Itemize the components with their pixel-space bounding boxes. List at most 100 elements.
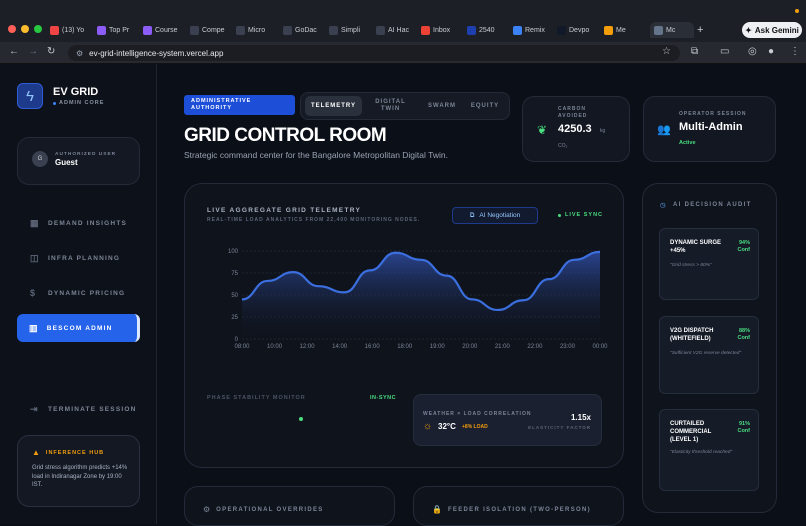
overrides-title: OPERATIONAL OVERRIDES [216, 506, 324, 513]
browser-tab[interactable]: Remix [513, 22, 557, 38]
history-icon: ◷ [660, 202, 666, 209]
isolation-card: 🔒 FEEDER ISOLATION (TWO-PERSON) [413, 486, 624, 526]
browser-tab[interactable]: Devpo [557, 22, 601, 38]
status-dot [53, 101, 56, 105]
operator-label: OPERATOR SESSION [679, 111, 747, 117]
doc-icon [604, 25, 613, 35]
new-tab-button[interactable]: + [697, 22, 703, 38]
grid-icon: ▦ [30, 217, 40, 228]
h-icon [329, 25, 338, 35]
browser-tab[interactable]: Micro [236, 22, 280, 38]
operator-value: Multi-Admin [679, 121, 743, 133]
extensions-icon[interactable]: ⧉ [691, 46, 698, 57]
youtube-icon [50, 25, 59, 35]
browser-tab-label: Top Pr [109, 26, 130, 34]
browser-tab-label: Remix [525, 26, 545, 34]
browser-tab[interactable]: Inbox [421, 22, 465, 38]
forward-icon[interactable]: → [28, 46, 38, 57]
sidebar-item-dynamic-pricing[interactable]: $ DYNAMIC PRICING [30, 286, 125, 300]
hub-text: Grid stress algorithm predicts +14% load… [32, 465, 128, 488]
y-tick-label: 50 [231, 293, 238, 299]
external-link-icon: ⧉ [469, 211, 475, 219]
reload-icon[interactable]: ↻ [47, 46, 55, 57]
tab-swarm[interactable]: SWARM [420, 96, 464, 116]
browser-tab-label: (13) Yo [62, 26, 85, 34]
back-icon[interactable]: ← [9, 46, 19, 57]
browser-tab-label: Devpo [569, 26, 590, 34]
audit-item-quote: "Grid stress > 80%" [670, 263, 712, 268]
terminate-session-button[interactable]: ⇥ TERMINATE SESSION [30, 402, 137, 416]
x-tick-label: 16:00 [365, 344, 381, 350]
audit-item[interactable]: CURTAILED COMMERCIAL (LEVEL 1) 91% Conf … [659, 409, 759, 491]
h-icon [376, 25, 385, 35]
browser-tab-label: AI Hac [388, 26, 410, 34]
browser-tab[interactable]: GoDac [283, 22, 327, 38]
browser-tab-label: Micro [248, 26, 266, 34]
x-tick-label: 00:00 [592, 344, 608, 350]
browser-tab[interactable]: Mc [650, 22, 694, 38]
sidebar-item-infra-planning[interactable]: ◫ INFRA PLANNING [30, 251, 120, 265]
users-icon: 👥 [657, 124, 671, 136]
x-tick-label: 22:00 [527, 344, 543, 350]
carbon-label: CARBON AVOIDED [558, 106, 588, 119]
gemini-sparkle-icon: ✦ [745, 25, 752, 35]
dollar-icon: $ [30, 288, 37, 298]
site-info-icon[interactable]: ⚙ [76, 49, 83, 58]
browser-tab-label: GoDac [295, 26, 317, 34]
user-name: Guest [55, 158, 78, 167]
tab-equity[interactable]: EQUITY [466, 96, 504, 116]
x-tick-label: 21:00 [495, 344, 511, 350]
carbon-unit: kg [600, 128, 606, 134]
audit-item-quote: "Elasticity threshold reached" [670, 450, 733, 455]
cast-icon[interactable]: ◎ [748, 46, 757, 57]
bookmark-star-icon[interactable]: ☆ [662, 46, 671, 57]
browser-tab[interactable]: Me [604, 22, 648, 38]
carbon-sub: CO₂ [558, 143, 568, 149]
browser-tab[interactable]: Top Pr [97, 22, 141, 38]
ai-negotiation-button[interactable]: ⧉ AI Negotiation [452, 207, 538, 224]
building-icon: ▥ [29, 322, 39, 333]
tab-digital-twin[interactable]: DIGITAL TWIN [368, 96, 413, 116]
audit-item-title: CURTAILED COMMERCIAL (LEVEL 1) [670, 421, 712, 443]
ask-gemini-button[interactable]: ✦ Ask Gemini [742, 22, 802, 38]
sidebar-item-bescom-admin[interactable]: ▥ BESCOM ADMIN [17, 314, 140, 342]
tab-telemetry[interactable]: TELEMETRY [305, 96, 362, 116]
globe-icon [654, 25, 663, 35]
browser-tab[interactable]: Course [143, 22, 187, 38]
hub-title: INFERENCE HUB [45, 449, 105, 456]
corr-factor: 1.15x [570, 413, 591, 422]
audit-item-conf: 91% Conf [737, 421, 750, 434]
browser-tab[interactable]: Simpli [329, 22, 373, 38]
page-title: GRID CONTROL ROOM [184, 125, 387, 146]
maximize-window-button[interactable] [34, 25, 42, 33]
audit-item[interactable]: V2G DISPATCH (WHITEFIELD) 88% Conf "Suff… [659, 316, 759, 394]
browser-tab[interactable]: Compe [190, 22, 234, 38]
close-window-button[interactable] [8, 25, 16, 33]
logout-icon: ⇥ [30, 403, 39, 414]
sidebar-icon[interactable]: ▭ [720, 46, 729, 57]
user-label: AUTHORIZED USER [55, 152, 117, 157]
menu-kebab-icon[interactable]: ⋮ [790, 46, 800, 57]
h-icon [236, 25, 245, 35]
live-sync-indicator: LIVE SYNC [558, 212, 603, 218]
lock-icon: 🔒 [432, 505, 442, 514]
browser-tab-label: Inbox [433, 26, 451, 34]
carbon-metric-card: ❦ CARBON AVOIDED 4250.3 kg CO₂ [522, 96, 630, 162]
phase-label: PHASE STABILITY MONITOR [207, 395, 306, 401]
browser-tab[interactable]: (13) Yo [50, 22, 94, 38]
minimize-window-button[interactable] [21, 25, 29, 33]
sidebar-item-demand-insights[interactable]: ▦ DEMAND INSIGHTS [30, 216, 127, 230]
notification-dot [795, 9, 799, 13]
admin-authority-badge: ADMINISTRATIVE AUTHORITY [184, 95, 295, 115]
profile-icon[interactable]: ● [768, 46, 774, 57]
browser-tab[interactable]: 2540 [467, 22, 511, 38]
h-icon [190, 25, 199, 35]
h-icon [283, 25, 292, 35]
x-tick-label: 10:00 [267, 344, 283, 350]
phase-dot [299, 417, 303, 421]
browser-tab-label: 2540 [479, 26, 495, 34]
url-field[interactable]: ⚙ ev-grid-intelligence-system.vercel.app [68, 45, 680, 61]
audit-item[interactable]: DYNAMIC SURGE +45% 94% Conf "Grid stress… [659, 228, 759, 300]
d-icon [557, 25, 566, 35]
browser-tab[interactable]: AI Hac [376, 22, 420, 38]
